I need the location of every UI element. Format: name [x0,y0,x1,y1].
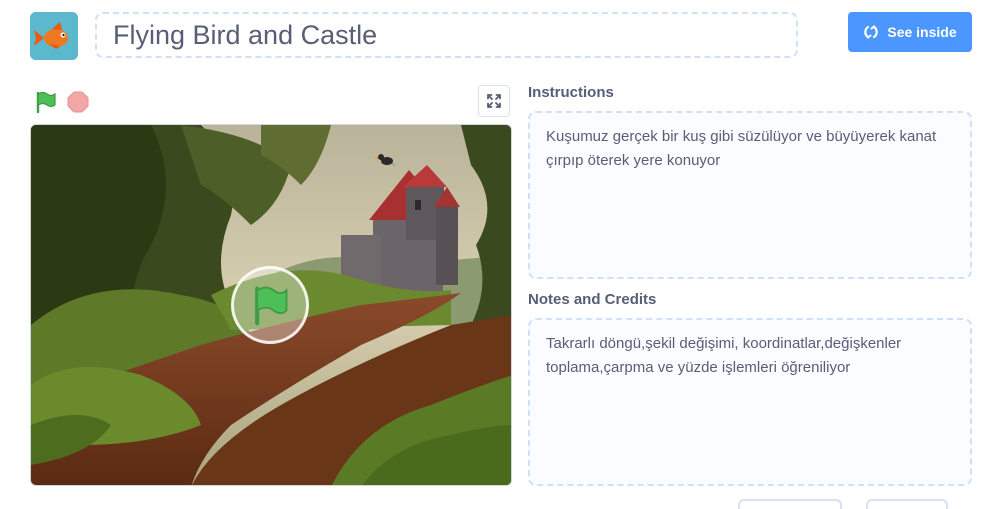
instructions-text: Kuşumuz gerçek bir kuş gibi süzülüyor ve… [546,128,937,169]
green-flag-button[interactable] [34,90,58,114]
notes-text: Takrarlı döngü,şekil değişimi, koordinat… [546,335,902,376]
project-thumbnail [30,12,78,60]
start-overlay-button[interactable] [231,266,309,344]
bottom-action-button-1[interactable] [738,499,842,509]
see-inside-label: See inside [887,24,957,40]
notes-label: Notes and Credits [528,291,657,308]
project-stage[interactable] [30,124,512,486]
see-inside-button[interactable]: See inside [848,12,972,52]
project-title-field[interactable]: Flying Bird and Castle [95,12,798,58]
green-flag-icon [36,91,56,114]
stop-button[interactable] [66,90,90,114]
remix-arrows-icon [864,25,879,39]
stop-sign-icon [67,91,89,113]
fullscreen-button[interactable] [478,85,510,117]
instructions-field[interactable]: Kuşumuz gerçek bir kuş gibi süzülüyor ve… [528,111,972,279]
goldfish-icon [30,12,78,60]
notes-field[interactable]: Takrarlı döngü,şekil değişimi, koordinat… [528,318,972,486]
fullscreen-icon [487,94,501,108]
instructions-label: Instructions [528,84,614,101]
green-flag-icon [255,286,288,326]
bottom-action-button-2[interactable] [866,499,948,509]
project-title: Flying Bird and Castle [113,19,378,50]
